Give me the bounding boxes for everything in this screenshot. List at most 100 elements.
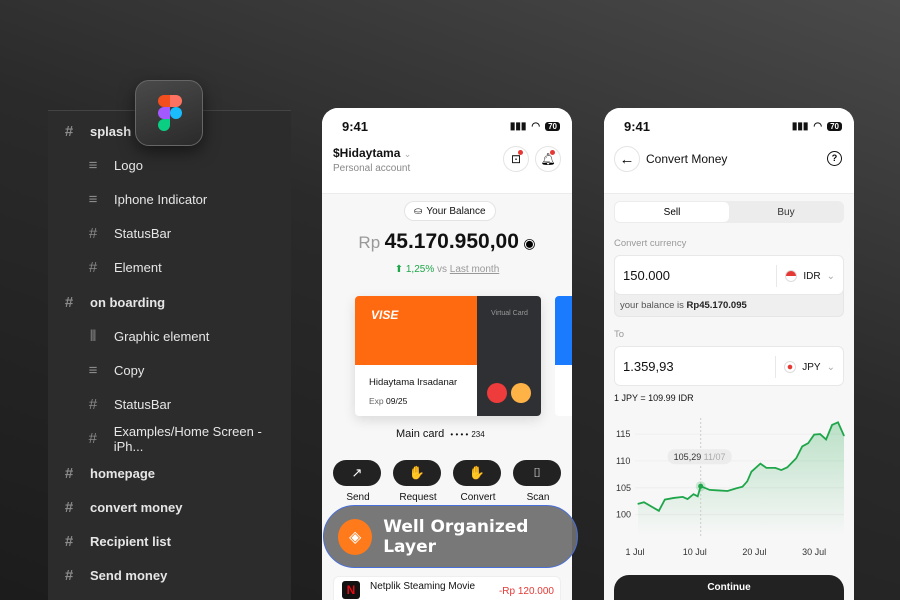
convert-screen: 9:41 ▮▮▮ ◠ 70 ← Convert Money ? Sell Buy Co… [604,108,854,600]
y-tick-label: 105 [616,483,631,493]
layers-panel: # splash ≡ Logo ≡ Iphone Indicator # StatusBar #… [48,110,291,600]
figma-icon [158,95,182,131]
frame-icon: # [64,532,74,550]
to-currency-select[interactable]: JPY ⌄ [775,356,835,378]
up-icon: ⬆ [394,264,404,275]
balance: Rp 45.170.950,00 ◉ [322,230,572,254]
transaction-title: Netplik Steaming Movie [370,581,476,592]
card-logo-yellow [511,383,531,403]
from-amount-input[interactable]: 150.000 IDR ⌄ [614,255,844,295]
action-send[interactable]: ↗ Send [333,460,383,503]
from-label: Convert currency [614,238,687,249]
back-button[interactable]: ← [614,146,640,172]
card-name: Main card [396,428,445,440]
data-point [658,510,660,512]
frame-icon: # [64,498,74,516]
signal-icon: ▮▮▮ [791,121,809,132]
data-point [686,498,689,500]
x-tick-label: 1 Jul [625,547,644,557]
notification-button[interactable]: 🔔︎ [535,146,561,172]
exchange-rate: 1 JPY = 109.99 IDR [614,393,694,403]
tooltip-value: 105,29 [674,452,702,462]
exp-date: 09/25 [386,396,408,406]
data-point [831,424,833,426]
period-link[interactable]: Last month [450,264,499,275]
feature-badge: ◈ Well Organized Layer [323,505,578,568]
layer-item[interactable]: # convert money [62,497,183,517]
eye-icon[interactable]: ◉ [523,235,535,251]
help-icon[interactable]: ? [827,151,842,166]
second-card[interactable] [555,296,572,416]
frame-icon: # [64,567,74,585]
layer-item[interactable]: # Element [86,258,162,278]
action-request[interactable]: ✋ Request [393,460,443,503]
frame-icon: # [88,430,98,448]
y-tick-label: 110 [616,456,630,466]
layer-item[interactable]: # on boarding [62,292,165,312]
card-type: Virtual Card [491,310,528,317]
status-bar: 9:41 ▮▮▮ ◠ 70 [342,119,560,134]
frame-icon: # [64,122,74,140]
tab-buy[interactable]: Buy [729,202,843,222]
data-point [837,421,839,423]
to-amount-input[interactable]: 1.359,93 JPY ⌄ [614,346,844,386]
wifi-icon: ◠ [531,121,541,132]
balance-chip: ⛀ Your Balance [404,201,496,221]
figma-logo [135,80,203,146]
x-tick-label: 20 Jul [742,547,766,557]
frame-icon: # [88,225,98,243]
data-point [801,445,803,448]
from-currency-select[interactable]: IDR ⌄ [776,265,835,287]
tab-sell[interactable]: Sell [615,202,729,222]
coins-icon: ⛀ [414,205,423,217]
frame-icon: # [88,396,98,414]
arrow-up-right-icon[interactable]: ↗ [333,460,381,486]
layer-label: Graphic element [114,328,210,344]
continue-button[interactable]: Continue [614,575,844,600]
layer-item[interactable]: ≡ Copy [86,360,145,380]
y-tick-label: 100 [616,510,631,520]
action-label: Scan [526,492,550,503]
data-point [673,497,675,499]
layer-item[interactable]: ≡ Iphone Indicator [86,189,208,209]
layer-label: Copy [114,362,145,378]
layer-item[interactable]: # Examples/Home Screen - iPh... [86,424,291,454]
layer-item[interactable]: # StatusBar [86,395,171,415]
arrow-left-icon: ← [619,150,635,168]
currency: Rp [358,233,381,252]
action-scan[interactable]: ⌷ Scan [513,460,563,503]
layer-item[interactable]: # Send money [62,566,167,586]
main-card[interactable]: VISE Virtual Card Hidaytama Irsadanar Ex… [355,296,541,416]
layer-item[interactable]: # splash [62,121,131,141]
scan-icon[interactable]: ⌷ [513,460,561,486]
hand-icon[interactable]: ✋ [453,460,501,486]
balance-amount: 45.170.950,00 [384,230,519,253]
layer-label: StatusBar [114,397,172,413]
frame-icon: # [64,293,74,311]
layer-item[interactable]: # StatusBar [86,224,171,244]
data-point [718,489,720,492]
page-title: Convert Money [646,152,728,166]
layers-icon: ◈ [338,518,373,555]
layer-item[interactable]: ⦀ Graphic element [86,326,210,346]
action-convert[interactable]: ✋ Convert [453,460,503,503]
account-switcher[interactable]: $Hidaytama ⌄ [333,146,411,160]
layer-item[interactable]: ≡ Logo [86,155,143,175]
action-label: Convert [460,492,496,503]
data-point [697,495,699,497]
sell-buy-tabs: Sell Buy [614,201,844,223]
layer-label: Examples/Home Screen - iPh... [113,423,262,454]
hand-coins-icon[interactable]: ✋ [393,460,441,486]
data-point [795,457,797,459]
layer-item[interactable]: # homepage [62,463,155,483]
data-point [819,433,821,435]
transaction-item[interactable]: N Netplik Steaming Movie -Rp 120.000 [333,576,561,600]
layer-label: Element [114,260,162,276]
layer-item[interactable]: # Recipient list [62,531,171,551]
text-left-icon: ≡ [88,156,98,174]
data-point [709,489,711,491]
inbox-button[interactable]: ⊡ [503,146,529,172]
layer-label: Send money [90,568,168,584]
data-point [825,438,827,441]
frame-icon: # [88,259,98,277]
